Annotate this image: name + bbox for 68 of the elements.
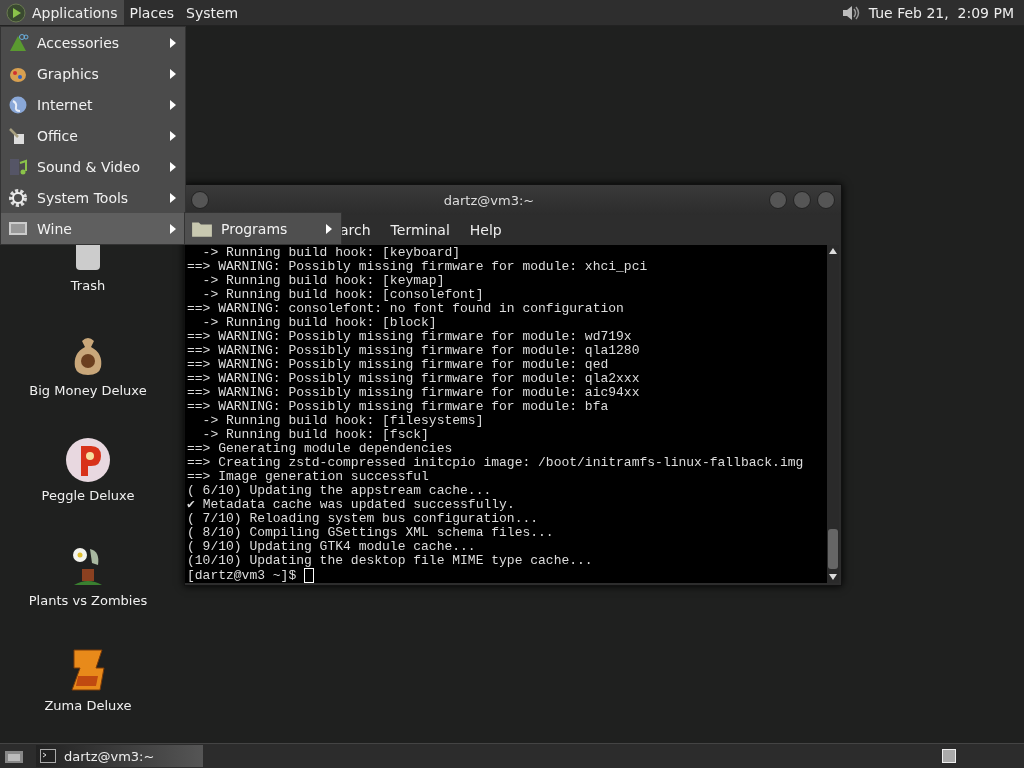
output-line: -> Running build hook: [keyboard] — [201, 246, 462, 260]
output-line: -> Running build hook: [block] — [201, 316, 438, 330]
output-line: ==> WARNING: Possibly missing firmware for module: xhci_pci — [187, 260, 649, 274]
desktop-icon-label[interactable]: Plants vs Zombies — [28, 593, 148, 608]
output-line: -> Running build hook: [keymap] — [201, 274, 446, 288]
output-line: ==> WARNING: Possibly missing firmware for module: wd719x — [187, 330, 633, 344]
caret-icon — [169, 222, 177, 235]
output-line: ( 9/10) Updating GTK4 module cache... — [187, 540, 477, 554]
output-line: ==> WARNING: Possibly missing firmware for module: bfa — [187, 400, 610, 414]
scroll-thumb[interactable] — [828, 529, 838, 569]
caret-icon — [325, 222, 333, 235]
drawing-tools-icon — [7, 32, 29, 53]
menu-item[interactable]: Terminal — [390, 222, 450, 238]
output-line: ==> WARNING: Possibly missing firmware for module: qed — [187, 358, 610, 372]
output-line: ==> Image generation successful — [187, 470, 430, 484]
output-line: ==> Generating module dependencies — [187, 442, 454, 456]
gear-icon — [7, 187, 29, 208]
shell-prompt: [dartz@vm3 ~]$ — [187, 568, 297, 583]
text-cursor — [304, 568, 315, 583]
caret-icon — [169, 191, 177, 204]
menu-item[interactable]: Graphics — [1, 58, 185, 89]
caret-icon — [169, 129, 177, 142]
output-line: ( 8/10) Compiling GSettings XML schema files... — [187, 526, 555, 540]
output-line: ==> WARNING: Possibly missing firmware for module: qla1280 — [187, 344, 641, 358]
desktop-icon-label[interactable]: Zuma Deluxe — [44, 698, 132, 713]
desktop-icon-label[interactable]: Peggle Deluxe — [41, 488, 135, 503]
menu-item[interactable]: Sound & Video — [1, 151, 185, 182]
window-title: dartz@vm3:~ — [443, 192, 535, 208]
menu-item[interactable]: Internet — [1, 89, 185, 120]
output-line: ==> WARNING: consolefont: no font found in configuration — [187, 302, 625, 316]
output-line: ( 7/10) Reloading system bus configuration... — [187, 512, 540, 526]
terminal-icon — [40, 749, 56, 763]
menu-item[interactable]: arch — [340, 222, 371, 238]
play-icon — [6, 2, 26, 23]
panel-menu[interactable]: Applications — [0, 0, 124, 25]
scroll-up-icon[interactable] — [828, 247, 838, 255]
menu-item[interactable]: Wine — [1, 213, 185, 244]
letter-ball-icon[interactable] — [64, 436, 112, 484]
output-line: (10/10) Updating the desktop file MIME type cache... — [187, 554, 594, 568]
desktop-icon-label[interactable]: Trash — [70, 278, 106, 293]
output-line: ==> WARNING: Possibly missing firmware for module: qla2xxx — [187, 372, 641, 386]
menu-item[interactable]: Help — [469, 222, 502, 238]
taskbar-button[interactable]: dartz@vm3:~ — [36, 745, 203, 767]
clock[interactable]: Tue Feb 21, 2:09 PM — [868, 4, 1014, 21]
panel-menu[interactable]: Places — [123, 0, 181, 25]
globe-icon — [7, 94, 29, 115]
caret-icon — [169, 36, 177, 49]
menu-item[interactable]: Office — [1, 120, 185, 151]
desktop-icon-label[interactable]: Big Money Deluxe — [29, 383, 147, 398]
scrollbar[interactable] — [827, 245, 839, 583]
show-desktop-icon[interactable] — [4, 748, 24, 764]
menu-item[interactable]: Accessories — [1, 27, 185, 58]
workspace-switcher[interactable] — [942, 749, 956, 763]
film-note-icon — [7, 156, 29, 177]
caret-icon — [169, 160, 177, 173]
scroll-down-icon[interactable] — [828, 573, 838, 581]
caret-icon — [169, 67, 177, 80]
panel-menu[interactable]: System — [180, 0, 245, 25]
output-line: ( 6/10) Updating the appstream cache... — [187, 484, 493, 498]
menu-item[interactable]: Programs — [185, 213, 341, 244]
caret-icon — [169, 98, 177, 111]
output-line: -> Running build hook: [fsck] — [201, 428, 430, 442]
output-line: ✔ Metadata cache was updated successfully. — [187, 498, 516, 512]
output-line: ==> WARNING: Possibly missing firmware for module: aic94xx — [187, 386, 641, 400]
output-line: -> Running build hook: [filesystems] — [201, 414, 485, 428]
output-line: ==> Creating zstd-compressed initcpio image: /boot/initramfs-linux-fallback.img — [187, 456, 805, 470]
output-line: -> Running build hook: [consolefont] — [201, 288, 485, 302]
menu-item[interactable]: System Tools — [1, 182, 185, 213]
